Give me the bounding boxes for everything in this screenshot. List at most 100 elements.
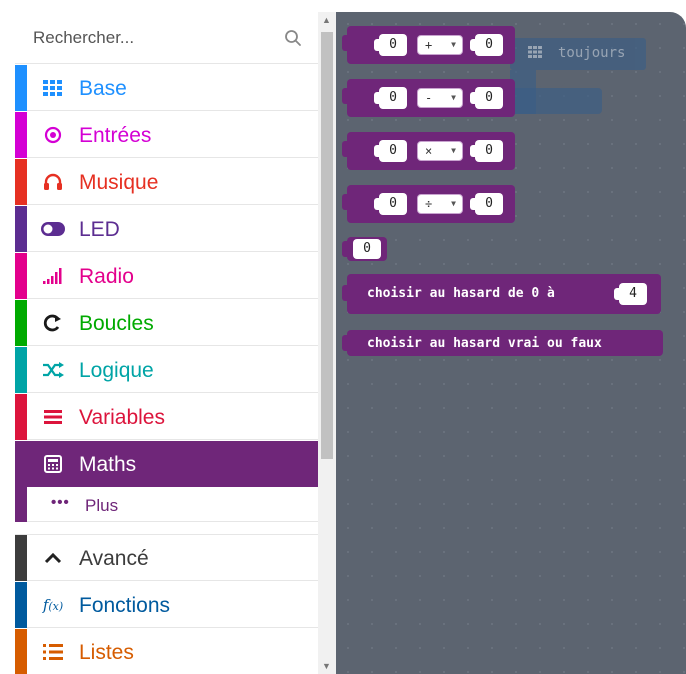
math-number-block[interactable]: 0 (342, 237, 387, 261)
category-stripe (15, 486, 27, 522)
number-slot[interactable]: 0 (374, 140, 407, 162)
category-maths[interactable]: Maths (15, 441, 318, 487)
slot-value: 0 (389, 37, 397, 52)
number-slot[interactable]: 0 (374, 87, 407, 109)
slot-connector (470, 92, 476, 104)
toolbox: Base Entrées Musique LED Radio (15, 12, 318, 674)
category-listes[interactable]: Listes (15, 629, 318, 674)
grid-icon (528, 46, 542, 58)
slot-value: 0 (485, 196, 493, 211)
toolbox-scrollbar[interactable]: ▲ ▼ (318, 12, 336, 674)
block-connector (342, 335, 348, 351)
block-connector (342, 241, 348, 257)
category-base[interactable]: Base (15, 65, 318, 111)
category-variables[interactable]: Variables (15, 394, 318, 440)
slot-connector (374, 198, 380, 210)
shuffle-icon (39, 347, 67, 393)
chevron-up-icon (39, 535, 67, 581)
search-input[interactable] (15, 12, 318, 63)
number-slot[interactable]: 4 (614, 283, 647, 305)
search-icon[interactable] (284, 29, 302, 47)
category-maths-plus[interactable]: ••• Plus (15, 486, 318, 522)
subcategory-label: Plus (85, 496, 119, 515)
category-stripe (15, 253, 27, 299)
category-stripe (15, 112, 27, 158)
forever-block[interactable]: toujours (510, 38, 646, 70)
number-slot[interactable]: 0 (374, 193, 407, 215)
number-slot[interactable]: 0 (470, 34, 503, 56)
category-led[interactable]: LED (15, 206, 318, 252)
block-connector (342, 285, 348, 301)
slot-value: 0 (389, 196, 397, 211)
category-label: Maths (79, 453, 137, 476)
category-stripe (15, 206, 27, 252)
category-fonctions[interactable]: f(x) Fonctions (15, 582, 318, 628)
operator-value: + (425, 38, 433, 52)
forever-block-notch (536, 70, 566, 88)
dropdown-arrow-icon: ▼ (451, 146, 456, 155)
loop-arrow-icon (39, 300, 67, 346)
number-slot[interactable]: 0 (470, 193, 503, 215)
number-slot[interactable]: 0 (470, 140, 503, 162)
math-add-block[interactable]: 0 + ▼ 0 (342, 26, 515, 64)
block-text: choisir au hasard de 0 à (367, 286, 555, 301)
category-stripe (15, 347, 27, 393)
category-stripe (15, 535, 27, 581)
slot-connector (470, 198, 476, 210)
slot-connector (470, 39, 476, 51)
number-slot[interactable]: 0 (470, 87, 503, 109)
slot-value: 0 (485, 37, 493, 52)
block-text: choisir au hasard vrai ou faux (367, 336, 602, 351)
forever-label: toujours (558, 45, 626, 61)
category-stripe (15, 65, 27, 111)
operator-dropdown[interactable]: + ▼ (417, 35, 463, 55)
more-dots-icon: ••• (51, 494, 70, 511)
slot-connector (470, 145, 476, 157)
category-logique[interactable]: Logique (15, 347, 318, 393)
number-slot[interactable]: 0 (374, 34, 407, 56)
operator-dropdown[interactable]: - ▼ (417, 88, 463, 108)
forever-block-foot (510, 88, 602, 114)
category-stripe (15, 441, 27, 487)
operator-value: × (425, 144, 433, 158)
search-box (15, 12, 318, 64)
slot-value: 4 (629, 286, 637, 301)
category-radio[interactable]: Radio (15, 253, 318, 299)
math-subtract-block[interactable]: 0 - ▼ 0 (342, 79, 515, 117)
category-stripe (15, 159, 27, 205)
blocks-workspace[interactable]: toujours 0 + ▼ 0 0 - ▼ 0 0 × ▼ 0 0 ÷ ▼ 0 0 c… (336, 12, 686, 674)
random-boolean-block[interactable]: choisir au hasard vrai ou faux (342, 330, 663, 356)
category-label: Radio (79, 265, 134, 288)
scroll-down-icon[interactable]: ▼ (322, 661, 331, 671)
category-label: Logique (79, 359, 154, 382)
slot-connector (374, 92, 380, 104)
math-multiply-block[interactable]: 0 × ▼ 0 (342, 132, 515, 170)
random-range-block[interactable]: choisir au hasard de 0 à 4 (342, 274, 661, 314)
slot-value: 0 (389, 143, 397, 158)
operator-value: ÷ (425, 197, 433, 211)
math-divide-block[interactable]: 0 ÷ ▼ 0 (342, 185, 515, 223)
block-connector (342, 141, 348, 157)
slot-connector (374, 145, 380, 157)
operator-dropdown[interactable]: × ▼ (417, 141, 463, 161)
target-icon (39, 112, 67, 158)
dropdown-arrow-icon: ▼ (451, 40, 456, 49)
category-stripe (15, 629, 27, 674)
category-entrees[interactable]: Entrées (15, 112, 318, 158)
block-connector (342, 88, 348, 104)
category-stripe (15, 394, 27, 440)
slot-connector (614, 288, 620, 300)
numbered-list-icon (39, 629, 67, 674)
category-label: Musique (79, 171, 159, 194)
category-label: Avancé (79, 547, 149, 570)
category-boucles[interactable]: Boucles (15, 300, 318, 346)
operator-dropdown[interactable]: ÷ ▼ (417, 194, 463, 214)
toggle-icon (39, 206, 67, 252)
category-avance[interactable]: Avancé (15, 535, 318, 581)
category-musique[interactable]: Musique (15, 159, 318, 205)
slot-value: 0 (485, 143, 493, 158)
scroll-up-icon[interactable]: ▲ (322, 15, 331, 25)
scroll-thumb[interactable] (321, 32, 333, 459)
category-label: Base (79, 77, 127, 100)
number-slot[interactable]: 0 (353, 239, 381, 259)
